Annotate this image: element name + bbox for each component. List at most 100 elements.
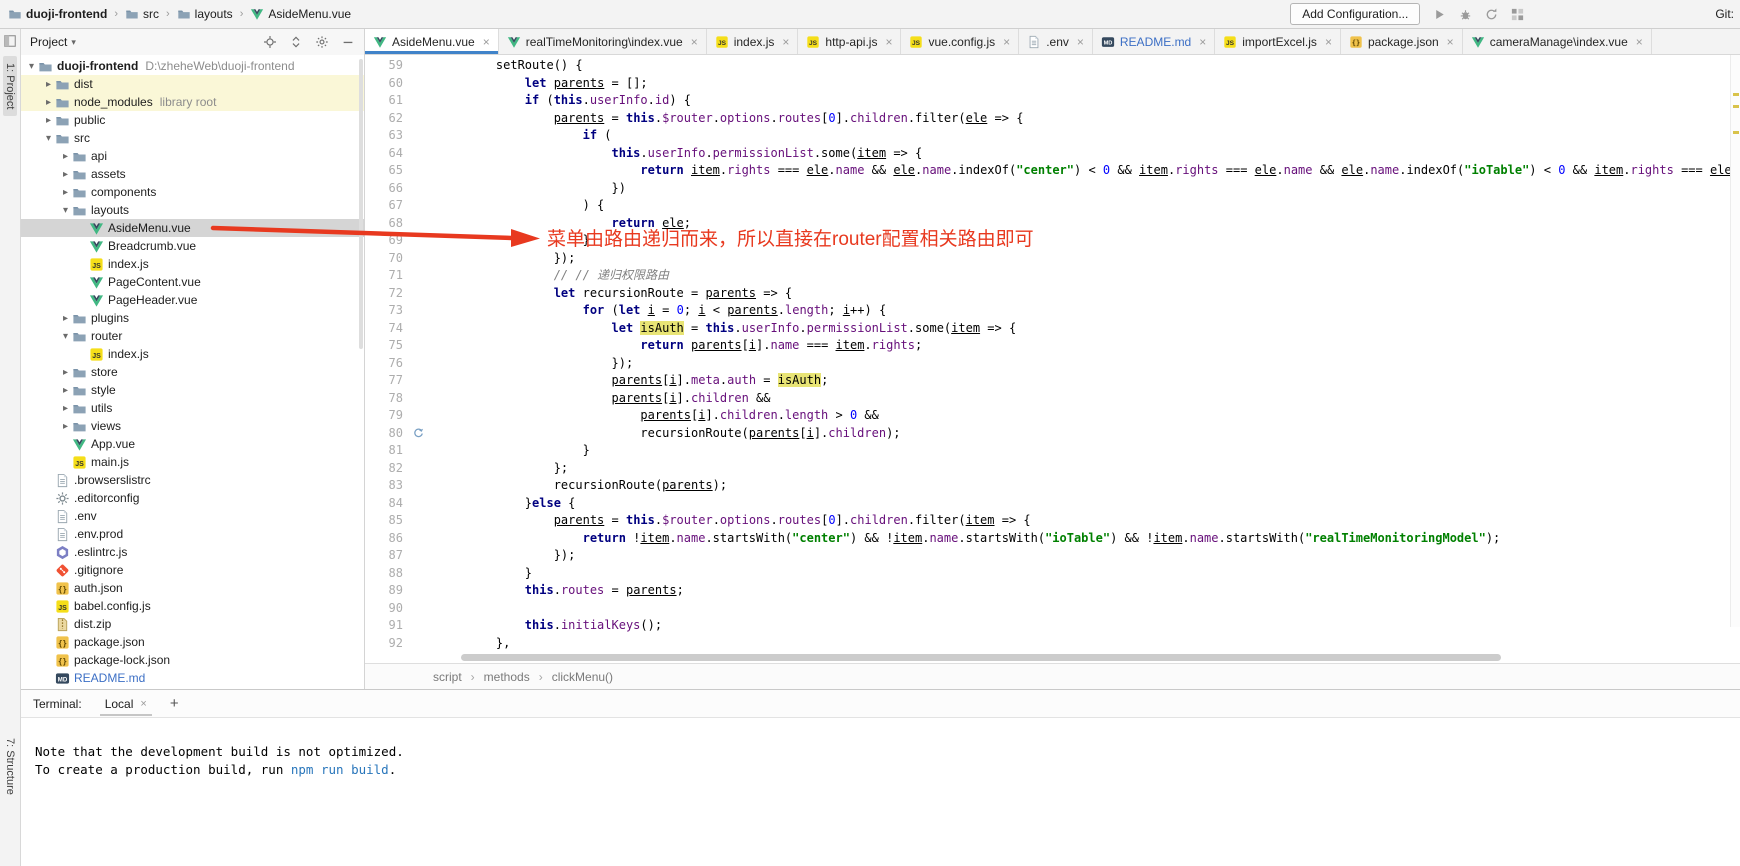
close-icon[interactable]: × xyxy=(1447,35,1454,49)
tree-item-assets[interactable]: ▸assets xyxy=(21,165,364,183)
chevron-right-icon[interactable]: ▸ xyxy=(59,421,72,432)
tree-item-index-js[interactable]: JSindex.js xyxy=(21,255,364,273)
sync-icon[interactable] xyxy=(1484,7,1499,22)
terminal-tab-local[interactable]: Local × xyxy=(100,692,152,716)
run-icon[interactable] xyxy=(1432,7,1447,22)
tree-item-api[interactable]: ▸api xyxy=(21,147,364,165)
code-text[interactable]: }); xyxy=(467,547,575,565)
chevron-down-icon[interactable]: ▾ xyxy=(59,331,72,342)
tool-button-structure[interactable]: 7: Structure xyxy=(3,731,17,802)
code-text[interactable]: parents = this.$router.options.routes[0]… xyxy=(467,512,1031,530)
tree-item-readme-md[interactable]: MDREADME.md xyxy=(21,669,364,687)
chevron-right-icon[interactable]: ▸ xyxy=(59,403,72,414)
code-text[interactable]: let isAuth = this.userInfo.permissionLis… xyxy=(467,320,1016,338)
chevron-right-icon[interactable]: ▸ xyxy=(59,151,72,162)
chevron-down-icon[interactable]: ▾ xyxy=(71,37,76,48)
code-text[interactable]: this.userInfo.permissionList.some(item =… xyxy=(467,145,922,163)
code-text[interactable]: for (let i = 0; i < parents.length; i++)… xyxy=(467,302,886,320)
tree-item-style[interactable]: ▸style xyxy=(21,381,364,399)
code-text[interactable]: return !item.name.startsWith("center") &… xyxy=(467,530,1500,548)
chevron-down-icon[interactable]: ▾ xyxy=(42,133,55,144)
tree-item-node-modules[interactable]: ▸node_moduleslibrary root xyxy=(21,93,364,111)
terminal-output[interactable]: Note that the development build is not o… xyxy=(21,718,1740,866)
code-text[interactable]: this.routes = parents; xyxy=(467,582,684,600)
tree-item-plugins[interactable]: ▸plugins xyxy=(21,309,364,327)
code-text[interactable]: recursionRoute(parents); xyxy=(467,477,727,495)
tree-item-browserslistrc[interactable]: .browserslistrc xyxy=(21,471,364,489)
code-text[interactable]: return parents[i].name === item.rights; xyxy=(467,337,922,355)
hide-icon[interactable] xyxy=(341,35,355,49)
code-text[interactable]: ) { xyxy=(467,197,604,215)
breadcrumb-item-src[interactable]: src xyxy=(123,6,161,22)
tree-item-utils[interactable]: ▸utils xyxy=(21,399,364,417)
new-terminal-button[interactable]: + xyxy=(170,695,179,712)
tool-button-project[interactable]: 1: Project xyxy=(3,56,17,116)
chevron-right-icon[interactable]: ▸ xyxy=(59,169,72,180)
debug-icon[interactable] xyxy=(1458,7,1473,22)
tab-http-api-js[interactable]: JShttp-api.js× xyxy=(798,29,901,54)
code-text[interactable]: return ele; xyxy=(467,215,691,233)
code-text[interactable]: parents[i].children.length > 0 && xyxy=(467,407,879,425)
code-text[interactable]: recursionRoute(parents[i].children); xyxy=(467,425,901,443)
chevron-right-icon[interactable]: ▸ xyxy=(59,313,72,324)
tree-item-auth-json[interactable]: {}auth.json xyxy=(21,579,364,597)
chevron-right-icon[interactable]: ▸ xyxy=(42,97,55,108)
code-text[interactable]: if (this.userInfo.id) { xyxy=(467,92,691,110)
tree-item-gitignore[interactable]: .gitignore xyxy=(21,561,364,579)
tree-item-duoji-frontend[interactable]: ▾duoji-frontendD:\zheheWeb\duoji-fronten… xyxy=(21,57,364,75)
tab-index-js[interactable]: JSindex.js× xyxy=(707,29,799,54)
code-text[interactable]: }, xyxy=(467,635,510,653)
tree-item-store[interactable]: ▸store xyxy=(21,363,364,381)
code-editor[interactable]: 59 setRoute() {60 let parents = [];61 if… xyxy=(365,55,1740,652)
project-view-title[interactable]: Project xyxy=(30,35,67,49)
tab-asidemenu-vue[interactable]: AsideMenu.vue× xyxy=(365,29,499,54)
tree-item-main-js[interactable]: JSmain.js xyxy=(21,453,364,471)
chevron-right-icon[interactable]: ▸ xyxy=(42,79,55,90)
tab-package-json[interactable]: {}package.json× xyxy=(1341,29,1463,54)
code-text[interactable]: }); xyxy=(467,355,633,373)
git-branch-label[interactable]: Git: xyxy=(1715,7,1734,21)
scrollbar-thumb[interactable] xyxy=(461,654,1501,661)
code-breadcrumb-clickmenu[interactable]: clickMenu() xyxy=(552,670,613,684)
chevron-down-icon[interactable]: ▾ xyxy=(59,205,72,216)
code-text[interactable]: parents[i].children && xyxy=(467,390,770,408)
tree-item-public[interactable]: ▸public xyxy=(21,111,364,129)
tree-item-breadcrumb-vue[interactable]: Breadcrumb.vue xyxy=(21,237,364,255)
code-text[interactable]: }else { xyxy=(467,495,575,513)
tree-item-router[interactable]: ▾router xyxy=(21,327,364,345)
close-icon[interactable]: × xyxy=(1003,35,1010,49)
tree-item-babel-config-js[interactable]: JSbabel.config.js xyxy=(21,597,364,615)
tree-item-dist[interactable]: ▸dist xyxy=(21,75,364,93)
code-text[interactable]: if ( xyxy=(467,127,612,145)
tab-realtimemonitoring-index-vue[interactable]: realTimeMonitoring\index.vue× xyxy=(499,29,707,54)
chevron-right-icon[interactable]: ▸ xyxy=(59,187,72,198)
code-text[interactable]: let parents = []; xyxy=(467,75,648,93)
tree-item-index-js[interactable]: JSindex.js xyxy=(21,345,364,363)
tree-item-app-vue[interactable]: App.vue xyxy=(21,435,364,453)
close-icon[interactable]: × xyxy=(1636,35,1643,49)
tree-item-asidemenu-vue[interactable]: AsideMenu.vue xyxy=(21,219,364,237)
code-text[interactable]: }; xyxy=(467,460,568,478)
close-icon[interactable]: × xyxy=(1199,35,1206,49)
code-breadcrumb-script[interactable]: script xyxy=(433,670,462,684)
tree-item-src[interactable]: ▾src xyxy=(21,129,364,147)
chevron-right-icon[interactable]: ▸ xyxy=(59,367,72,378)
code-text[interactable]: let recursionRoute = parents => { xyxy=(467,285,792,303)
tree-item-dist-zip[interactable]: dist.zip xyxy=(21,615,364,633)
breadcrumb-item-layouts[interactable]: layouts xyxy=(175,6,235,22)
tab-vue-config-js[interactable]: JSvue.config.js× xyxy=(901,29,1019,54)
settings-icon[interactable] xyxy=(315,35,329,49)
tree-item-package-json[interactable]: {}package.json xyxy=(21,633,364,651)
code-text[interactable]: return item.rights === ele.name && ele.n… xyxy=(467,162,1740,180)
chevron-right-icon[interactable]: ▸ xyxy=(42,115,55,126)
tree-item-eslintrc-js[interactable]: .eslintrc.js xyxy=(21,543,364,561)
tree-item-components[interactable]: ▸components xyxy=(21,183,364,201)
add-configuration-button[interactable]: Add Configuration... xyxy=(1290,3,1420,25)
code-text[interactable]: parents[i].meta.auth = isAuth; xyxy=(467,372,828,390)
tab-cameramanage-index-vue[interactable]: cameraManage\index.vue× xyxy=(1463,29,1652,54)
code-text[interactable]: } xyxy=(467,442,590,460)
tree-item-layouts[interactable]: ▾layouts xyxy=(21,201,364,219)
breadcrumb-item-duoji-frontend[interactable]: duoji-frontend xyxy=(6,6,109,22)
collapse-all-icon[interactable] xyxy=(289,35,303,49)
tree-item-pageheader-vue[interactable]: PageHeader.vue xyxy=(21,291,364,309)
